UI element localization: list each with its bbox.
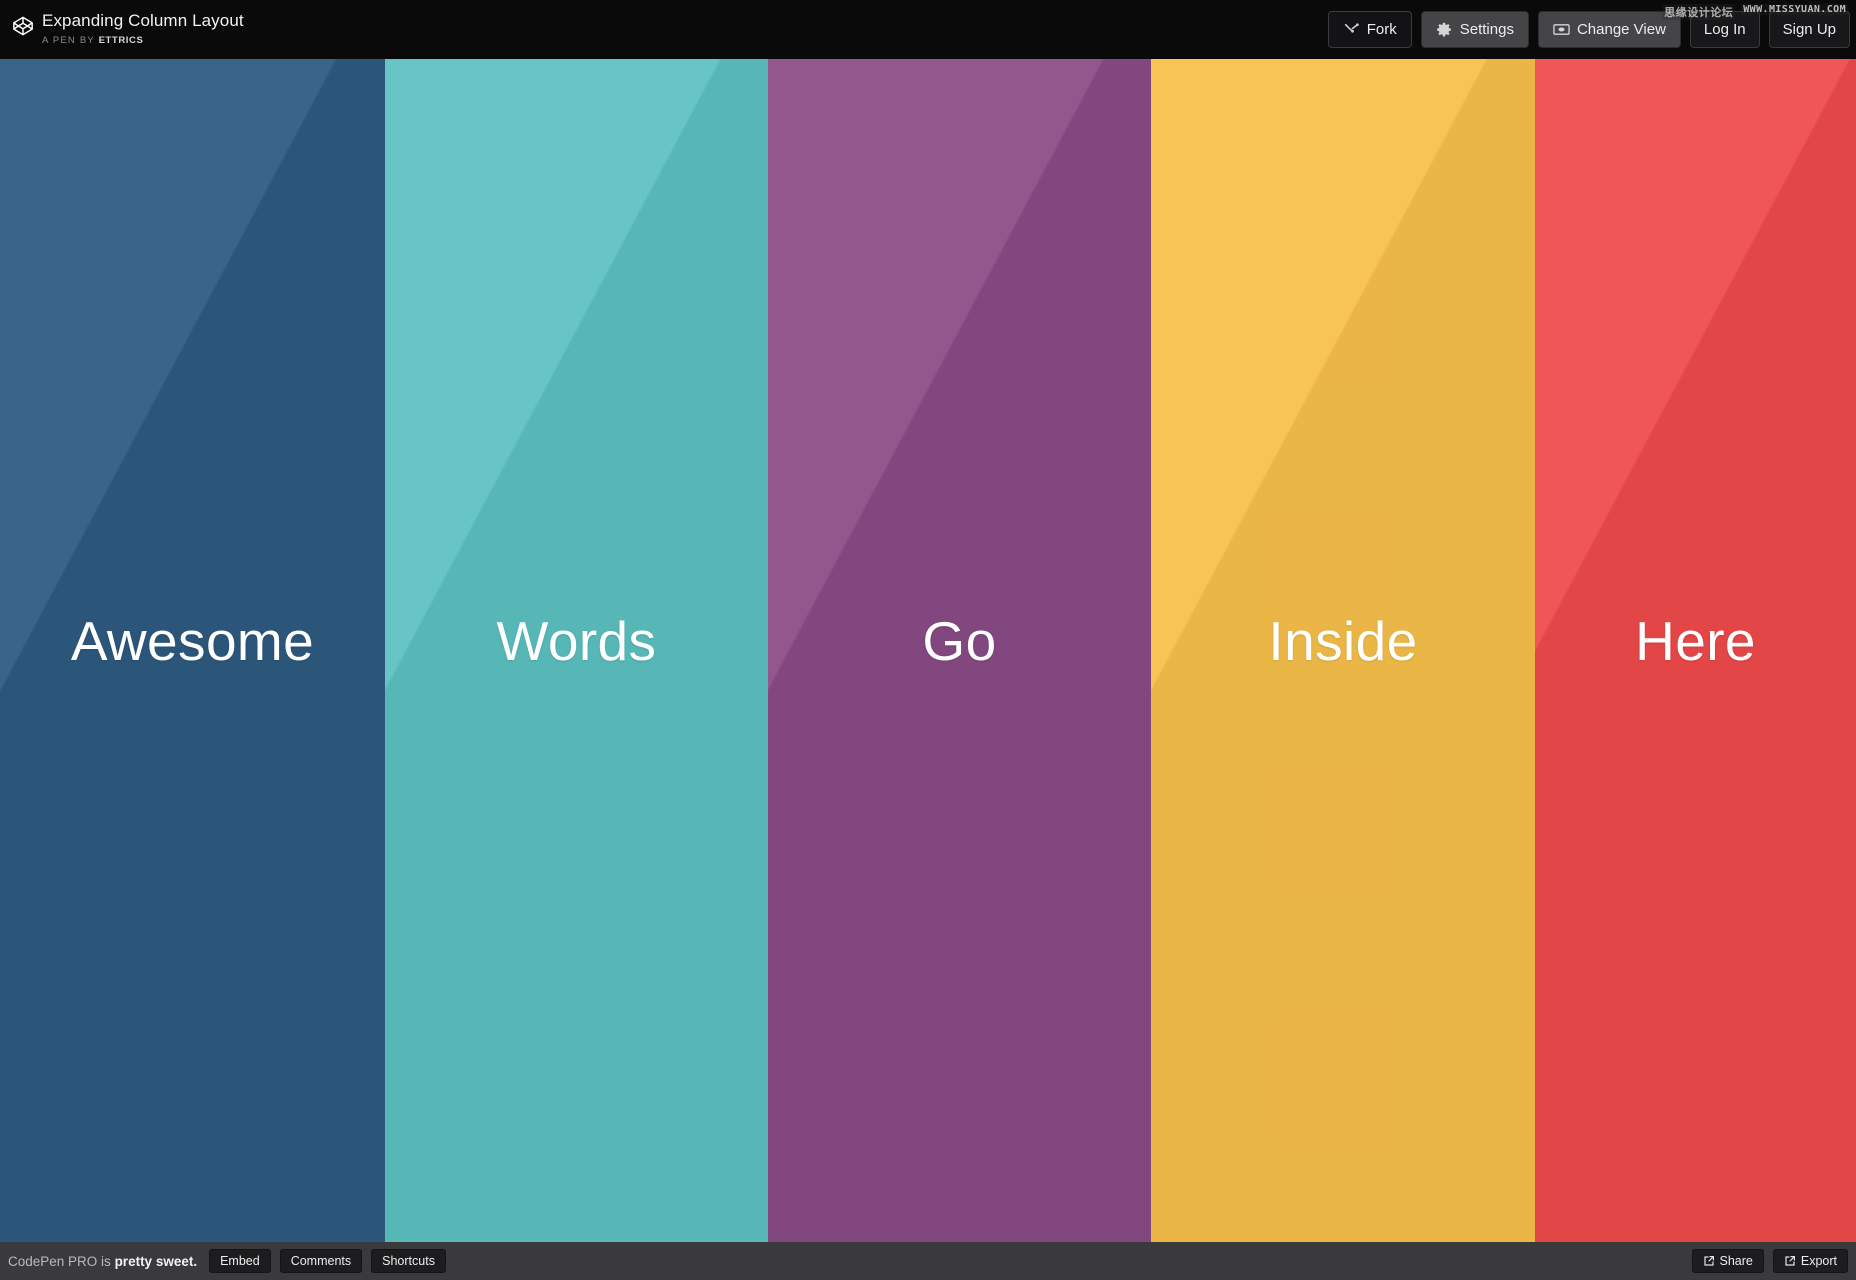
bottom-right-actions: Share Export	[1683, 1249, 1849, 1273]
embed-button[interactable]: Embed	[209, 1249, 271, 1273]
gear-icon	[1436, 21, 1453, 38]
pen-brand: Expanding Column Layout A PEN BY Ettrics	[0, 11, 244, 49]
comments-button[interactable]: Comments	[280, 1249, 362, 1273]
screen-view-icon	[1553, 21, 1570, 38]
column-label: Words	[385, 611, 768, 690]
log-in-button[interactable]: Log In	[1690, 11, 1760, 48]
share-button[interactable]: Share	[1692, 1249, 1764, 1273]
shortcuts-button-label: Shortcuts	[382, 1254, 435, 1268]
column-awesome[interactable]: Awesome	[0, 59, 385, 1242]
pen-byline: A PEN BY Ettrics	[42, 33, 244, 49]
log-in-button-label: Log In	[1704, 21, 1746, 38]
change-view-button[interactable]: Change View	[1538, 11, 1681, 48]
column-label: Here	[1535, 611, 1856, 690]
fork-button[interactable]: Fork	[1328, 11, 1412, 48]
column-words[interactable]: Words	[385, 59, 768, 1242]
promo-lead: CodePen PRO is	[8, 1254, 115, 1269]
shortcuts-button[interactable]: Shortcuts	[371, 1249, 446, 1273]
byline-prefix: A PEN BY	[42, 35, 95, 46]
column-label: Awesome	[0, 611, 385, 690]
column-here[interactable]: Here	[1535, 59, 1856, 1242]
top-toolbar: Expanding Column Layout A PEN BY Ettrics…	[0, 0, 1856, 59]
share-button-label: Share	[1720, 1254, 1753, 1268]
expanding-column-stage: Awesome Words Go Inside Here	[0, 59, 1856, 1242]
fork-button-label: Fork	[1367, 21, 1397, 38]
promo-strong: pretty sweet.	[115, 1254, 198, 1269]
column-inside[interactable]: Inside	[1151, 59, 1535, 1242]
column-label: Inside	[1151, 611, 1535, 690]
export-button[interactable]: Export	[1773, 1249, 1848, 1273]
external-link-icon	[1703, 1255, 1715, 1267]
external-link-icon	[1784, 1255, 1796, 1267]
export-button-label: Export	[1801, 1254, 1837, 1268]
column-go[interactable]: Go	[768, 59, 1151, 1242]
pen-title-block: Expanding Column Layout A PEN BY Ettrics	[42, 11, 244, 49]
page-title: Expanding Column Layout	[42, 11, 244, 31]
byline-author[interactable]: Ettrics	[99, 35, 144, 46]
pro-promo-text: CodePen PRO is pretty sweet.	[8, 1254, 197, 1269]
sign-up-button-label: Sign Up	[1783, 21, 1836, 38]
settings-button-label: Settings	[1460, 21, 1514, 38]
top-action-buttons: Fork Settings Change View Log In	[1328, 0, 1856, 59]
embed-button-label: Embed	[220, 1254, 260, 1268]
comments-button-label: Comments	[291, 1254, 351, 1268]
sign-up-button[interactable]: Sign Up	[1769, 11, 1850, 48]
settings-button[interactable]: Settings	[1421, 11, 1529, 48]
fork-branch-icon	[1343, 21, 1360, 38]
bottom-toolbar: CodePen PRO is pretty sweet. Embed Comme…	[0, 1242, 1856, 1280]
codepen-hexagon-logo-icon	[12, 15, 34, 37]
column-label: Go	[768, 611, 1151, 690]
change-view-button-label: Change View	[1577, 21, 1666, 38]
